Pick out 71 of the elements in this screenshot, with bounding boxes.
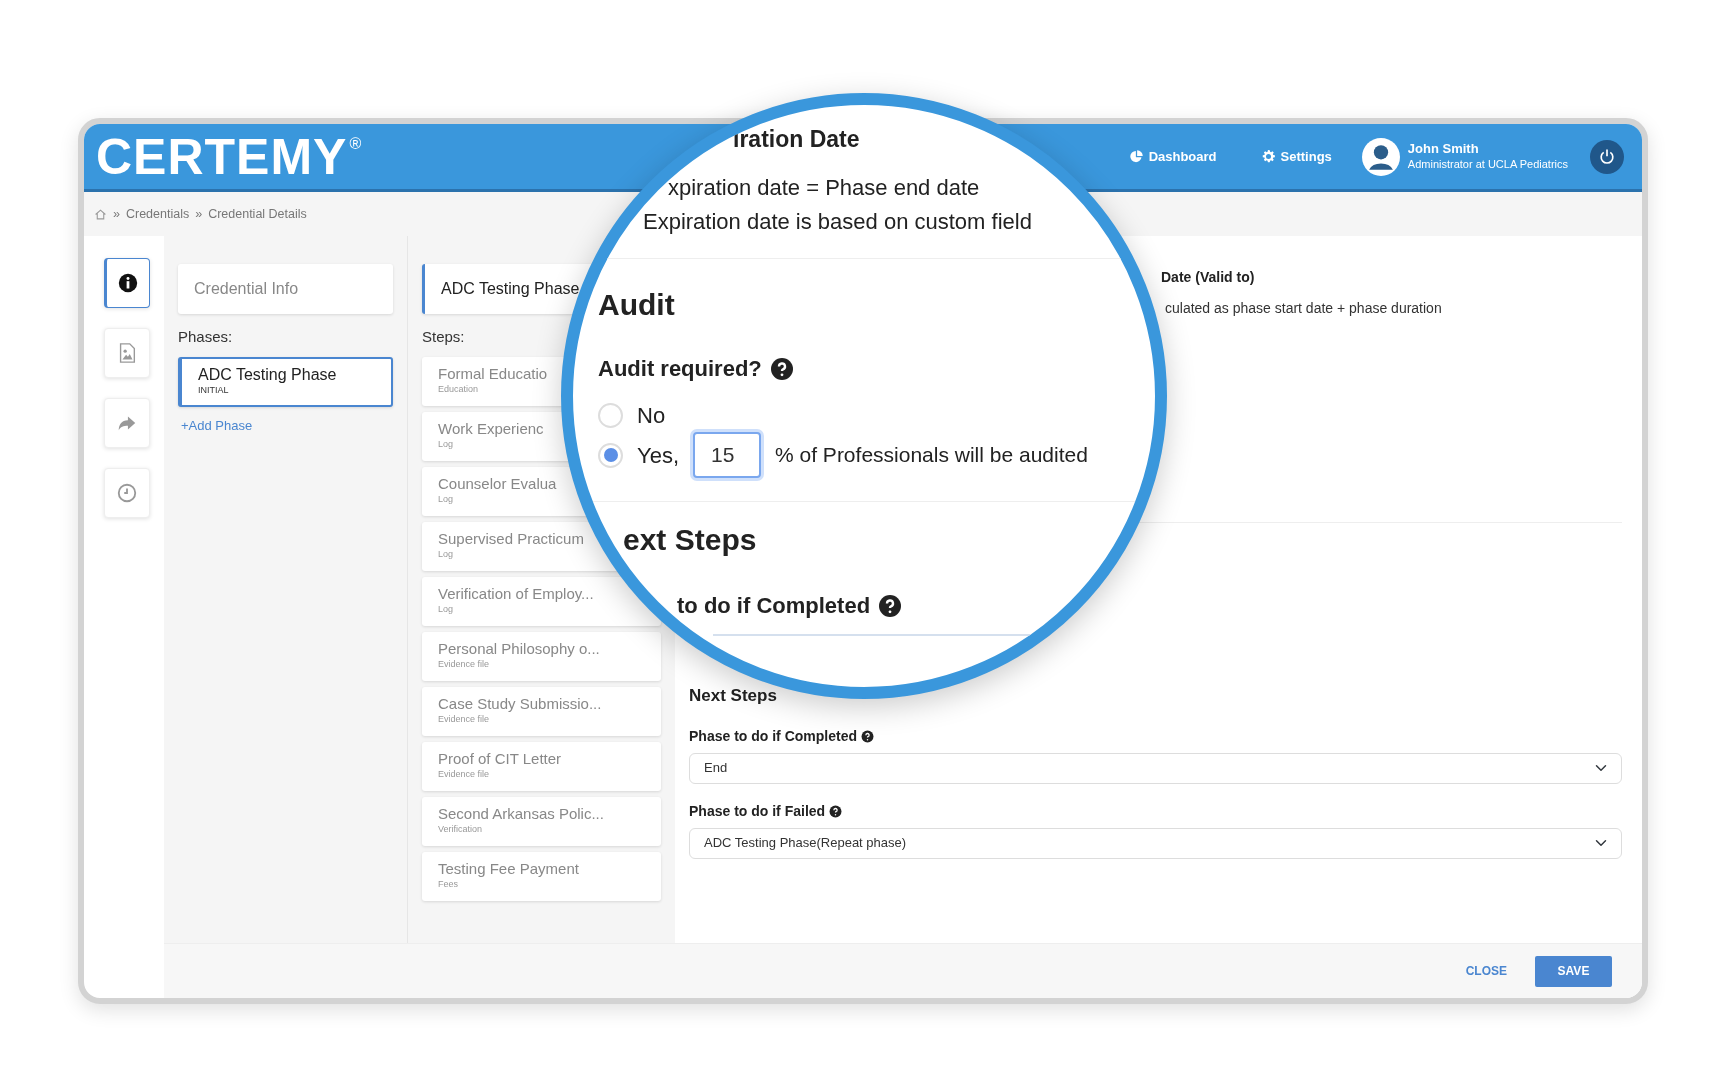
section-title: Next Steps xyxy=(689,685,778,707)
percent-input[interactable]: 15 xyxy=(693,432,761,478)
step-type: Evidence file xyxy=(438,658,490,672)
step-title: Supervised Practicum xyxy=(438,530,584,549)
step-title: Proof of CIT Letter xyxy=(438,750,562,769)
gear-icon xyxy=(1260,149,1276,164)
field-label: Phase to do if Failed xyxy=(689,801,826,821)
step-type: Log xyxy=(438,603,454,617)
help-icon xyxy=(878,594,903,618)
help-icon xyxy=(829,804,843,818)
step-type: Log xyxy=(438,548,454,562)
option-text: Expiration date is based on custom field xyxy=(643,208,1033,236)
radio-button[interactable] xyxy=(598,402,623,428)
phase-title: ADC Testing Phase xyxy=(198,365,337,385)
radio-button[interactable] xyxy=(598,442,623,468)
step-title: Verification of Employ... xyxy=(438,585,594,604)
clock-icon xyxy=(116,482,138,504)
nav-link[interactable]: Settings xyxy=(1260,146,1332,167)
help-icon xyxy=(861,729,874,743)
home-icon xyxy=(94,207,107,221)
pie-chart-icon xyxy=(1128,149,1144,164)
step-title: Counselor Evalua xyxy=(438,475,557,494)
help-icon xyxy=(769,357,794,381)
breadcrumb-link[interactable]: Credential Details xyxy=(208,204,307,224)
option-text: xpiration date = Phase end date xyxy=(668,174,981,202)
user-role: Administrator at UCLA Pediatrics xyxy=(1407,157,1568,172)
step-type: Verification xyxy=(438,823,483,837)
logo-text: CERTEMY xyxy=(96,131,348,182)
input-suffix: % of Professionals will be audited xyxy=(775,442,1088,469)
breadcrumb-link[interactable]: Credentials xyxy=(125,204,190,224)
field-label: Phase to do if Completed xyxy=(689,726,857,746)
step-type: Evidence file xyxy=(438,713,490,727)
step-type: Log xyxy=(438,438,454,452)
steps-label: Steps: xyxy=(422,327,466,347)
side-tab[interactable] xyxy=(104,258,150,308)
avatar-icon xyxy=(1361,137,1400,176)
step-title: Second Arkansas Polic... xyxy=(438,805,604,824)
power-button[interactable] xyxy=(1590,139,1624,174)
field-label: to do if Completed xyxy=(677,592,871,620)
step-card[interactable]: Verification of Employ... Log xyxy=(422,576,661,626)
phases-label: Phases: xyxy=(178,327,234,347)
field-label: Date (Valid to) xyxy=(1161,268,1256,287)
phase-subtitle: INITIAL xyxy=(198,384,229,398)
add-phase-link[interactable]: +Add Phase xyxy=(181,415,253,435)
step-title: Work Experienc xyxy=(438,420,544,439)
registered-mark: ® xyxy=(349,134,362,154)
step-type: Education xyxy=(438,383,479,397)
step-type: Log xyxy=(438,493,454,507)
step-type: Fees xyxy=(438,878,458,892)
step-card[interactable]: Personal Philosophy o... Evidence file xyxy=(422,631,661,681)
info-icon xyxy=(117,272,139,294)
step-title: Testing Fee Payment xyxy=(438,860,579,879)
step-title: Case Study Submissio... xyxy=(438,695,602,714)
phase-select[interactable]: ADC Testing Phase(Repeat phase) xyxy=(689,827,1622,859)
breadcrumb-separator: » xyxy=(113,205,120,223)
field-description: culated as phase start date + phase duration xyxy=(1165,299,1443,318)
save-button[interactable]: SAVE xyxy=(1535,955,1612,987)
step-card[interactable]: Second Arkansas Polic... Verification xyxy=(422,796,661,846)
step-title: Formal Educatio xyxy=(438,365,548,384)
phase-select[interactable]: End xyxy=(689,752,1622,784)
breadcrumb-separator: » xyxy=(195,205,203,223)
step-card[interactable]: Case Study Submissio... Evidence file xyxy=(422,686,661,736)
step-type: Evidence file xyxy=(438,768,490,782)
close-button[interactable]: CLOSE xyxy=(1465,962,1507,980)
step-title: Personal Philosophy o... xyxy=(438,640,600,659)
section-title: iration Date xyxy=(733,125,861,153)
user-name: John Smith xyxy=(1407,141,1480,157)
credential-info-tab[interactable]: Credential Info xyxy=(178,264,393,314)
phase-card[interactable]: ADC Testing Phase INITIAL xyxy=(178,356,393,407)
step-card[interactable]: Testing Fee Payment Fees xyxy=(422,851,661,901)
step-card[interactable]: Proof of CIT Letter Evidence file xyxy=(422,741,661,791)
